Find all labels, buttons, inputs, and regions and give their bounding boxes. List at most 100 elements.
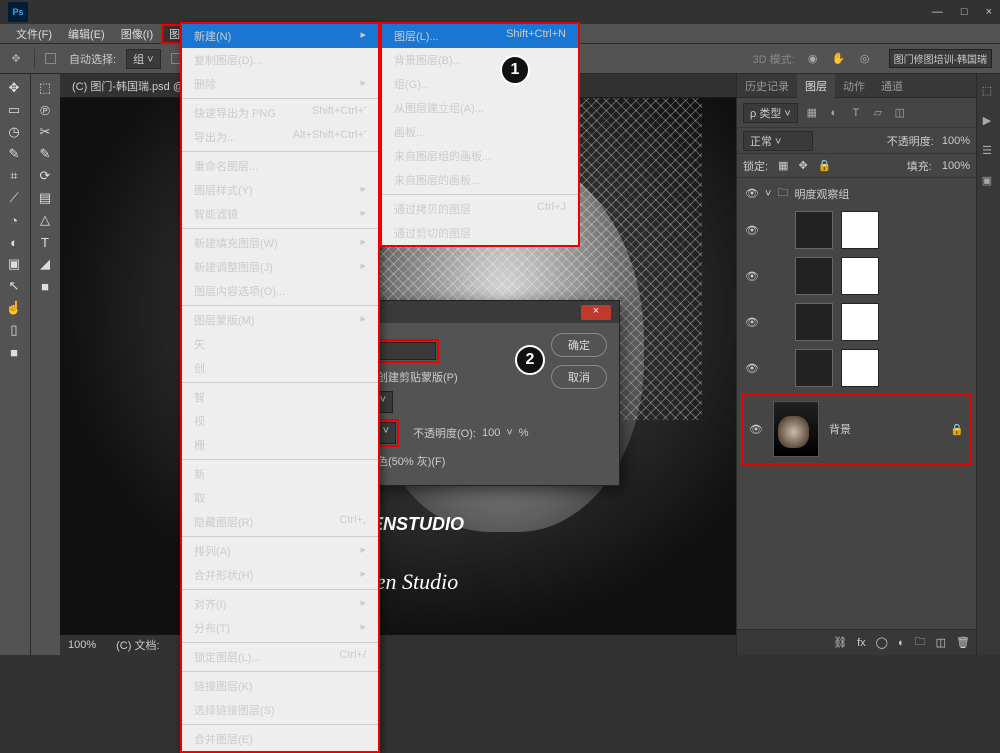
tool[interactable]: ⟋	[2, 188, 26, 208]
panel-tab[interactable]: 图层	[797, 74, 835, 98]
tool[interactable]: ▤	[33, 188, 57, 208]
panel-tab[interactable]: 历史记录	[737, 74, 797, 98]
tool[interactable]: ⬚	[33, 78, 57, 98]
layer-group[interactable]: 👁 ˅ 🗀 明度观察组	[739, 180, 974, 207]
group-icon[interactable]: 🗀	[915, 633, 926, 652]
visibility-icon[interactable]: 👁	[749, 423, 763, 436]
submenu-item[interactable]: 通过拷贝的图层Ctrl+J	[382, 197, 578, 221]
tool[interactable]: ◷	[2, 122, 26, 142]
auto-select-mode[interactable]: 组 ˅	[126, 49, 160, 69]
menu-item[interactable]: 导出为...Alt+Shift+Ctrl+'	[182, 125, 378, 149]
menu-item[interactable]: 隐藏图层(R)Ctrl+,	[182, 510, 378, 534]
menu-item[interactable]: 锁定图层(L)...Ctrl+/	[182, 645, 378, 669]
opacity-value[interactable]: 100	[482, 427, 500, 439]
group-name[interactable]: 明度观察组	[794, 186, 849, 202]
opacity-value[interactable]: 100%	[942, 135, 970, 147]
tool[interactable]: ↖	[2, 276, 26, 296]
filter-text-icon[interactable]: T	[848, 105, 864, 121]
visibility-icon[interactable]: 👁	[745, 316, 759, 329]
lock-all-icon[interactable]: 🔒	[818, 159, 832, 172]
tool[interactable]: ⌗	[2, 166, 26, 186]
maximize-button[interactable]: □	[961, 6, 968, 18]
menu-item[interactable]: 新建调整图层(J) ▸	[182, 255, 378, 279]
zoom-level[interactable]: 100%	[68, 639, 96, 651]
menu-item[interactable]: 取	[182, 486, 378, 510]
tool[interactable]: ▭	[2, 100, 26, 120]
pan-icon[interactable]: ✋	[831, 51, 847, 67]
ok-button[interactable]: 确定	[551, 333, 607, 357]
panel-tab[interactable]: 通道	[873, 74, 911, 98]
visibility-icon[interactable]: 👁	[745, 362, 759, 375]
menu-item[interactable]: 视	[182, 409, 378, 433]
menu-item[interactable]: 合并图层(E)	[182, 727, 378, 751]
tool[interactable]: ■	[33, 276, 57, 296]
tool[interactable]: ✂	[33, 122, 57, 142]
filter-image-icon[interactable]: ▦	[804, 105, 820, 121]
menu-item[interactable]: 图层样式(Y) ▸	[182, 178, 378, 202]
submenu-item[interactable]: 图层(L)...Shift+Ctrl+N	[382, 24, 578, 48]
fx-icon[interactable]: fx	[857, 637, 866, 649]
submenu-item[interactable]: 组(G)...	[382, 72, 578, 96]
tool[interactable]: ✎	[2, 144, 26, 164]
tool[interactable]: ⟳	[33, 166, 57, 186]
tool[interactable]: ✎	[33, 144, 57, 164]
tool[interactable]: T	[33, 232, 57, 252]
menu-编辑(E)[interactable]: 编辑(E)	[60, 24, 113, 44]
menu-item[interactable]: 删除 ▸	[182, 72, 378, 96]
chevron-down-icon[interactable]: ˅	[765, 188, 771, 200]
auto-select-checkbox[interactable]	[45, 53, 56, 64]
filter-smart-icon[interactable]: ◫	[892, 105, 908, 121]
menu-item[interactable]: 创	[182, 356, 378, 380]
menu-图像(I)[interactable]: 图像(I)	[113, 24, 161, 44]
menu-item[interactable]: 栅	[182, 433, 378, 457]
filter-shape-icon[interactable]: ▱	[870, 105, 886, 121]
menu-item[interactable]: 复制图层(D)...	[182, 48, 378, 72]
menu-文件(F)[interactable]: 文件(F)	[8, 24, 60, 44]
fill-value[interactable]: 100%	[942, 160, 970, 172]
menu-item[interactable]: 排列(A) ▸	[182, 539, 378, 563]
actions-icon[interactable]: ▣	[979, 172, 995, 188]
cancel-button[interactable]: 取消	[551, 365, 607, 389]
lock-position-icon[interactable]: ✥	[798, 159, 807, 172]
tool[interactable]: ☝	[2, 298, 26, 318]
menu-item[interactable]: 新	[182, 462, 378, 486]
tool[interactable]: ℗	[33, 100, 57, 120]
adjustment-icon[interactable]: ◐	[898, 637, 905, 649]
mask-icon[interactable]: ◯	[876, 636, 888, 649]
tool[interactable]: ▯	[2, 320, 26, 340]
layer-row[interactable]: 👁	[739, 345, 974, 391]
menu-item[interactable]: 快速导出为 PNGShift+Ctrl+'	[182, 101, 378, 125]
link-icon[interactable]: ⛓	[833, 636, 847, 649]
tool[interactable]: ◢	[33, 254, 57, 274]
background-layer[interactable]: 👁 背景 🔒	[741, 393, 972, 465]
tool[interactable]: △	[33, 210, 57, 230]
swatches-icon[interactable]: ⬚	[979, 82, 995, 98]
brushes-icon[interactable]: ▶	[979, 112, 995, 128]
menu-item[interactable]: 对齐(I) ▸	[182, 592, 378, 616]
filter-kind[interactable]: ρ 类型 ˅	[743, 103, 798, 123]
menu-item[interactable]: 新建填充图层(W) ▸	[182, 231, 378, 255]
menu-item[interactable]: 链接图层(K)	[182, 674, 378, 698]
blend-mode[interactable]: 正常 ˅	[743, 131, 813, 151]
history-icon[interactable]: ☰	[979, 142, 995, 158]
tool[interactable]: ■	[2, 342, 26, 362]
layer-row[interactable]: 👁	[739, 299, 974, 345]
tool[interactable]: ✥	[2, 78, 26, 98]
visibility-icon[interactable]: 👁	[745, 270, 759, 283]
minimize-button[interactable]: —	[932, 6, 943, 18]
dialog-close-button[interactable]: ×	[581, 305, 611, 320]
menu-item[interactable]: 矢	[182, 332, 378, 356]
submenu-item[interactable]: 从图层建立组(A)...	[382, 96, 578, 120]
trash-icon[interactable]: 🗑	[956, 636, 970, 649]
panel-tab[interactable]: 动作	[835, 74, 873, 98]
tool[interactable]: ◔	[2, 210, 26, 230]
lock-pixels-icon[interactable]: ▦	[778, 159, 788, 172]
filter-adjust-icon[interactable]: ◐	[826, 105, 842, 121]
tool[interactable]: ▣	[2, 254, 26, 274]
layer-row[interactable]: 👁	[739, 207, 974, 253]
layer-name[interactable]: 背景	[829, 421, 851, 437]
visibility-icon[interactable]: 👁	[745, 224, 759, 237]
visibility-icon[interactable]: 👁	[745, 187, 759, 200]
menu-item[interactable]: 图层蒙版(M) ▸	[182, 308, 378, 332]
menu-item[interactable]: 智	[182, 385, 378, 409]
